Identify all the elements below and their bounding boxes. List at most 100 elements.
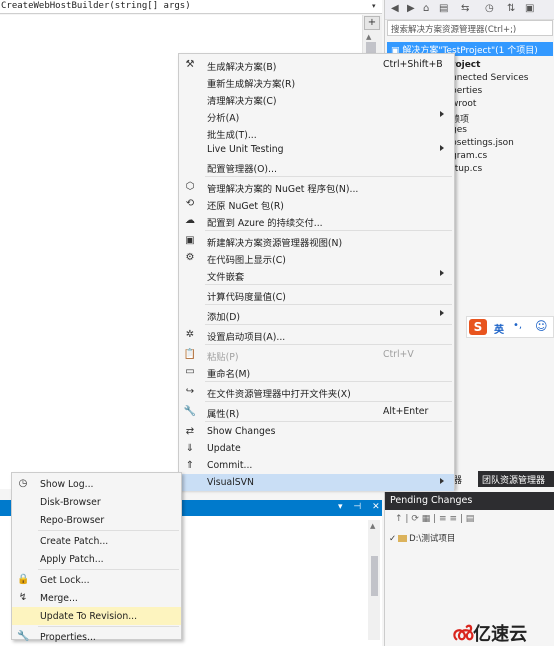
commit-icon[interactable]: ↑ xyxy=(395,514,403,524)
solution-search-input[interactable]: 搜索解决方案资源管理器(Ctrl+;) xyxy=(387,20,553,36)
menu-item[interactable]: Live Unit Testing xyxy=(179,141,454,158)
menu-item-label: 新建解决方案资源管理器视图(N) xyxy=(207,238,343,249)
submenu-arrow-icon xyxy=(440,145,444,151)
menu-item-label: 分析(A) xyxy=(207,113,240,124)
menu-item-label: 重命名(M) xyxy=(207,369,251,380)
split-button[interactable]: + xyxy=(364,16,380,30)
switch-views-icon[interactable]: ▤ xyxy=(439,3,448,14)
nuget-restore-icon: ⟲ xyxy=(185,198,195,209)
menu-separator xyxy=(38,626,179,627)
menu-item[interactable]: ⇄ Show Changes xyxy=(179,423,454,440)
menu-item[interactable]: ⬡ 管理解决方案的 NuGet 程序包(N)... xyxy=(179,178,454,195)
menu-item[interactable]: 添加(D) xyxy=(179,306,454,323)
menu-item[interactable]: ⚒ 生成解决方案(B) Ctrl+Shift+B xyxy=(179,56,454,73)
submenu-item-label: Disk-Browser xyxy=(40,497,101,508)
menu-item[interactable]: 🔧 属性(R) Alt+Enter xyxy=(179,403,454,420)
menu-separator xyxy=(205,304,452,305)
menu-item[interactable]: 配置管理器(O)... xyxy=(179,158,454,175)
refresh-icon[interactable]: ⟳ xyxy=(411,514,419,524)
submenu-item[interactable]: Create Patch... xyxy=(12,532,181,550)
menu-item[interactable]: ✲ 设置启动项目(A)... xyxy=(179,326,454,343)
menu-item[interactable]: 重新生成解决方案(R) xyxy=(179,73,454,90)
submenu-item-label: Repo-Browser xyxy=(40,515,105,526)
menu-item-label: 生成解决方案(B) xyxy=(207,62,277,73)
merge-icon: ↯ xyxy=(18,592,28,603)
submenu-item[interactable]: ↯ Merge... xyxy=(12,589,181,607)
menu-item[interactable]: 清理解决方案(C) xyxy=(179,90,454,107)
menu-item[interactable]: ▣ 新建解决方案资源管理器视图(N) xyxy=(179,232,454,249)
submenu-item[interactable]: 🔒 Get Lock... xyxy=(12,571,181,589)
menu-item[interactable]: ☁ 配置到 Azure 的持续交付... xyxy=(179,212,454,229)
menu-item-label: 属性(R) xyxy=(207,409,240,420)
sort-icon[interactable]: ≡ xyxy=(449,514,457,524)
menu-item[interactable]: VisualSVN xyxy=(179,474,454,491)
menu-item[interactable]: 📋 粘贴(P) Ctrl+V xyxy=(179,346,454,363)
ime-punct[interactable]: •, xyxy=(513,320,522,331)
menu-shortcut: Ctrl+V xyxy=(383,349,414,360)
home-icon[interactable]: ⌂ xyxy=(423,3,429,14)
menu-item[interactable]: ⟲ 还原 NuGet 包(R) xyxy=(179,195,454,212)
pending-changes-toolbar: ↑ | ⟳ ▦ | ≡ ≡ | ▤ xyxy=(395,514,475,524)
menu-item[interactable]: ▭ 重命名(M) xyxy=(179,363,454,380)
options-icon[interactable]: ▤ xyxy=(466,514,475,524)
folder-path: D:\测试项目 xyxy=(409,534,456,544)
scroll-up-icon[interactable]: ▲ xyxy=(366,33,371,41)
tree-item[interactable]: psettings.json xyxy=(451,138,514,148)
submenu-item-label: Get Lock... xyxy=(40,575,90,586)
scroll-thumb[interactable] xyxy=(371,556,378,596)
back-icon[interactable]: ◀ xyxy=(391,3,399,14)
menu-item[interactable]: 分析(A) xyxy=(179,107,454,124)
menu-item-label: 配置管理器(O)... xyxy=(207,164,277,175)
forward-icon[interactable]: ▶ xyxy=(407,3,415,14)
tab-team-explorer[interactable]: 团队资源管理器 xyxy=(478,471,554,487)
submenu-item[interactable]: Disk-Browser xyxy=(12,493,181,511)
code-map-icon: ⚙ xyxy=(185,252,195,263)
history-icon[interactable]: ◷ xyxy=(485,3,494,14)
emoji-icon[interactable]: ☺ xyxy=(535,319,548,333)
editor-header: CreateWebHostBuilder(string[] args) ▾ xyxy=(0,0,382,14)
settings-icon: ✲ xyxy=(185,329,195,340)
commit-icon: ⇑ xyxy=(185,460,195,471)
pending-filter-icon[interactable]: ⇅ xyxy=(507,3,515,14)
ime-mode[interactable]: 英 xyxy=(494,321,504,336)
method-signature: CreateWebHostBuilder(string[] args) xyxy=(1,1,191,11)
expand-icon[interactable]: ✓ xyxy=(389,534,396,544)
tree-item[interactable]: nnected Services xyxy=(451,73,528,83)
menu-item[interactable]: 批生成(T)... xyxy=(179,124,454,141)
menu-item-label: 还原 NuGet 包(R) xyxy=(207,201,284,212)
pending-folder-node[interactable]: ✓ D:\测试项目 xyxy=(389,532,455,544)
submenu-item[interactable]: 🔧 Properties... xyxy=(12,628,181,646)
submenu-item[interactable]: Apply Patch... xyxy=(12,550,181,568)
view-icon[interactable]: ▦ xyxy=(422,514,431,524)
show-changes-icon: ⇄ xyxy=(185,426,195,437)
sync-icon[interactable]: ⇆ xyxy=(461,3,469,14)
menu-item[interactable]: ↪ 在文件资源管理器中打开文件夹(X) xyxy=(179,383,454,400)
member-dropdown-icon[interactable]: ▾ xyxy=(372,2,376,10)
menu-separator xyxy=(205,230,452,231)
tree-item[interactable]: perties xyxy=(451,86,482,96)
menu-item[interactable]: ⇓ Update xyxy=(179,440,454,457)
collapse-icon[interactable]: ▣ xyxy=(525,3,534,14)
submenu-arrow-icon xyxy=(440,270,444,276)
submenu-arrow-icon xyxy=(440,478,444,484)
menu-item[interactable]: 文件嵌套 xyxy=(179,266,454,283)
group-icon[interactable]: ≡ xyxy=(439,514,447,524)
menu-item-label: 设置启动项目(A)... xyxy=(207,332,286,343)
tree-item[interactable]: rtup.cs xyxy=(451,164,482,174)
scroll-up-icon[interactable]: ▲ xyxy=(370,522,375,530)
tree-item[interactable]: gram.cs xyxy=(451,151,487,161)
submenu-item[interactable]: Update To Revision... xyxy=(12,607,181,625)
submenu-item[interactable]: ◷ Show Log... xyxy=(12,475,181,493)
watermark-logo-icon: ൽ xyxy=(452,623,474,645)
wrench-icon: 🔧 xyxy=(183,406,197,417)
menu-separator xyxy=(205,344,452,345)
tree-item[interactable]: roject xyxy=(451,60,480,70)
panel-controls[interactable]: ▾ ⊣ ✕ xyxy=(338,502,384,512)
ime-toolbar[interactable]: S 英 •, ☺ xyxy=(466,316,554,338)
update-icon: ⇓ xyxy=(185,443,195,454)
menu-item-label: 配置到 Azure 的持续交付... xyxy=(207,218,323,229)
submenu-item[interactable]: Repo-Browser xyxy=(12,511,181,529)
menu-item[interactable]: 计算代码度量值(C) xyxy=(179,286,454,303)
menu-item[interactable]: ⇑ Commit... xyxy=(179,457,454,474)
menu-item[interactable]: ⚙ 在代码图上显示(C) xyxy=(179,249,454,266)
